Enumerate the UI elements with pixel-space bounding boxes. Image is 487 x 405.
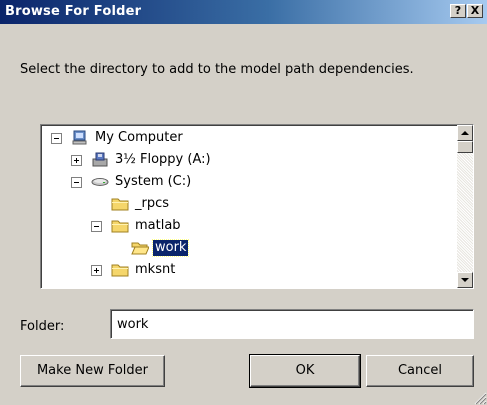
scroll-down-button[interactable] bbox=[457, 272, 473, 288]
tree-item-label: System (C:) bbox=[115, 174, 192, 189]
ok-button[interactable]: OK bbox=[249, 354, 361, 388]
tree-scrollbar[interactable] bbox=[457, 125, 473, 288]
folder-icon bbox=[111, 220, 129, 233]
folder-tree[interactable]: My Computer 3½ Floppy (A:) System (C:) _… bbox=[40, 124, 474, 289]
tree-item-label: _rpcs bbox=[135, 196, 170, 211]
window-title: Browse For Folder bbox=[5, 4, 142, 19]
tree-item-label: mksnt bbox=[135, 262, 176, 277]
title-bar[interactable]: Browse For Folder ? X bbox=[0, 0, 487, 24]
folder-icon bbox=[111, 264, 129, 277]
tree-item-label: My Computer bbox=[95, 130, 183, 145]
tree-item-label: work bbox=[151, 239, 190, 257]
collapse-icon[interactable] bbox=[91, 221, 102, 232]
cancel-button[interactable]: Cancel bbox=[366, 355, 474, 387]
expand-icon[interactable] bbox=[71, 155, 82, 166]
arrow-up-icon bbox=[461, 131, 469, 135]
instruction-text: Select the directory to add to the model… bbox=[20, 62, 414, 77]
tree-item-label: 3½ Floppy (A:) bbox=[115, 152, 211, 167]
floppy-drive-icon bbox=[92, 152, 108, 167]
collapse-icon[interactable] bbox=[71, 177, 82, 188]
folder-icon bbox=[111, 198, 129, 211]
resize-grip-icon[interactable] bbox=[473, 391, 487, 405]
close-button[interactable]: X bbox=[467, 4, 483, 18]
collapse-icon[interactable] bbox=[51, 133, 62, 144]
scroll-up-button[interactable] bbox=[457, 125, 473, 141]
computer-icon bbox=[72, 130, 87, 145]
folder-label: Folder: bbox=[20, 319, 65, 334]
hard-drive-icon bbox=[91, 178, 109, 186]
tree-item-label: matlab bbox=[135, 218, 181, 233]
help-button[interactable]: ? bbox=[450, 4, 466, 18]
open-folder-icon bbox=[131, 242, 149, 255]
arrow-down-icon bbox=[461, 278, 469, 282]
scroll-thumb[interactable] bbox=[457, 141, 473, 153]
folder-input[interactable] bbox=[110, 309, 474, 339]
expand-icon[interactable] bbox=[91, 265, 102, 276]
make-new-folder-button[interactable]: Make New Folder bbox=[20, 355, 165, 387]
